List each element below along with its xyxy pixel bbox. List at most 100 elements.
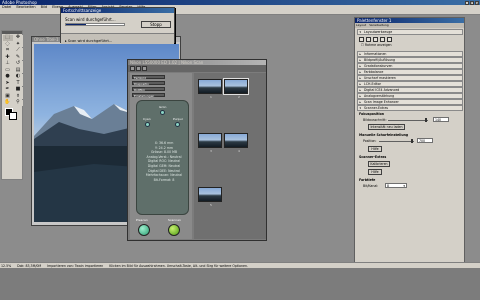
prescan-button[interactable]: [138, 224, 150, 236]
bit-depth-label: Farbtiefe: [359, 178, 376, 182]
dodge-tool-icon[interactable]: ◐: [13, 73, 23, 80]
stamp-tool-icon[interactable]: ⊥: [2, 60, 13, 67]
progress-titlebar[interactable]: Fortschrittsanzeige: [61, 8, 174, 13]
scan-info-text: X: 36.6 mm Y: 24.2 mm Grösse: 8.00 MB An…: [143, 141, 185, 182]
tool-palette: ⬚ ✥ ◌ ✦ ⌗ ⟋ ✚ ✎ ⊥ ↺ ▭ ▤ ● ◐ ➤ T ✒ ■ ▣ ⌽ …: [1, 30, 23, 180]
thumbnail-number: 4: [238, 149, 240, 153]
preview-mode-icon[interactable]: [130, 66, 135, 71]
scan-button[interactable]: [168, 224, 180, 236]
focus-position-label: Fokusposition: [359, 112, 385, 116]
maximize-button[interactable]: □: [470, 0, 474, 5]
show-frame-label: Rahme anzeigen: [364, 43, 392, 47]
thumbnail-frame[interactable]: [223, 78, 249, 95]
reload-intensity-button[interactable]: Intensität neu laden: [368, 124, 405, 130]
close-button[interactable]: ×: [475, 0, 479, 5]
progress-sub-text: Scan wird durchgeführt...: [67, 39, 113, 43]
section-label: Gradationskurven: [364, 64, 393, 68]
tab-layout[interactable]: Layout: [355, 23, 367, 28]
background-color[interactable]: [9, 112, 17, 120]
position-value-field[interactable]: 700: [417, 138, 433, 143]
show-frame-checkbox[interactable]: ☐ Rahme anzeigen: [361, 43, 392, 47]
tool-grid: ⬚ ✥ ◌ ✦ ⌗ ⟋ ✚ ✎ ⊥ ↺ ▭ ▤ ● ◐ ➤ T ✒ ■ ▣ ⌽ …: [2, 34, 23, 106]
channel-cyan-indicator[interactable]: [145, 122, 150, 127]
section-digital-ice[interactable]: Digital ICE4 Advanced: [357, 87, 463, 93]
section-curves[interactable]: Gradationskurven: [357, 63, 463, 69]
film-type-dropdown[interactable]: Diapositiv: [132, 81, 165, 86]
progress-dialog: Fortschrittsanzeige Scan wird durchgefüh…: [60, 7, 175, 44]
info-line: Bit-Format: 8: [153, 177, 175, 182]
section-label: Scan Image Enhancer: [364, 100, 399, 104]
section-layout-tools[interactable]: Layoutwerkzeuge: [357, 29, 463, 35]
blur-tool-icon[interactable]: ●: [2, 73, 13, 80]
section-lch-editor[interactable]: LCH-Editor: [357, 81, 463, 87]
pointer-tool-icon[interactable]: [359, 37, 364, 42]
thumbnail-frame[interactable]: [198, 79, 222, 94]
minimize-button[interactable]: _: [465, 0, 469, 5]
help-button[interactable]: Hilfe: [368, 146, 382, 152]
position-slider[interactable]: [379, 141, 414, 142]
zoom-tool-icon[interactable]: [373, 37, 378, 42]
palette-tabs: Layout Verarbeitung: [355, 23, 464, 28]
section-scanner-extras[interactable]: Scanner-Extras: [357, 105, 463, 111]
pen-tool-icon[interactable]: ✒: [2, 86, 13, 93]
adapter-dropdown[interactable]: Rollfilm: [132, 87, 165, 92]
color-mode-dropdown[interactable]: Farbbild: [132, 75, 165, 80]
calibrate-button[interactable]: Kalibrieren: [368, 161, 390, 167]
adapter-value: Rollfilm: [134, 88, 146, 92]
zoom-tool-icon[interactable]: ⚲: [13, 99, 23, 106]
section-color-balance[interactable]: Farbbalance: [357, 69, 463, 75]
marquee-tool-icon[interactable]: ⬚: [2, 34, 13, 41]
section-analog-gain[interactable]: Analogverstärkung: [357, 93, 463, 99]
thumbnail-mode-icon[interactable]: [136, 66, 141, 71]
thumbnail-number: 5: [210, 203, 212, 207]
focus-value-field[interactable]: 140: [433, 117, 449, 122]
bits-per-channel-label: Bit/Kanal:: [363, 184, 379, 188]
section-label: Analogverstärkung: [364, 94, 395, 98]
position-slider-knob[interactable]: [411, 139, 413, 143]
channel-magenta-indicator[interactable]: [175, 122, 180, 127]
scan-label: Scannen: [168, 218, 181, 222]
section-label: Informationen: [364, 52, 387, 56]
shape-tool-icon[interactable]: ■: [13, 86, 23, 93]
channel-label-magenta: Purpur: [173, 117, 183, 121]
progress-bar: [65, 23, 125, 26]
crop-rect-icon[interactable]: [366, 37, 371, 42]
section-label: LCH-Editor: [364, 82, 381, 86]
settings-value: Einstellungen: [134, 94, 155, 98]
section-label: Layoutwerkzeuge: [364, 30, 393, 34]
rotate-right-icon[interactable]: [387, 37, 392, 42]
settings-dropdown[interactable]: Einstellungen: [132, 93, 165, 98]
thumbnail-frame[interactable]: [198, 133, 222, 148]
bit-depth-select[interactable]: 8 ▾: [385, 183, 407, 188]
crop-tool-icon[interactable]: ⌗: [2, 47, 13, 54]
move-tool-icon[interactable]: ✥: [13, 34, 23, 41]
channel-green-indicator[interactable]: [160, 110, 165, 115]
focus-slider-knob[interactable]: [425, 118, 427, 122]
section-info[interactable]: Informationen: [357, 51, 463, 57]
channel-label-green: Grün: [159, 105, 167, 109]
progress-title: Fortschrittsanzeige: [63, 8, 102, 13]
rotate-left-icon[interactable]: [380, 37, 385, 42]
color-swatches: [3, 107, 21, 121]
thumbnail-frame[interactable]: [198, 187, 222, 202]
nikon-scan-window: Nikon LS50000 ED 1.02 | Nikon Scan Farbb…: [127, 59, 267, 241]
help-button-2[interactable]: Hilfe: [368, 169, 382, 175]
slice-tool-icon[interactable]: ⟋: [13, 47, 23, 54]
progress-message: Scan wird durchgeführt...: [65, 17, 116, 22]
nikon-toolbar: [128, 65, 266, 72]
thumbnail-number: 1: [210, 95, 212, 99]
thumbnail-frame[interactable]: [224, 133, 248, 148]
tab-processing[interactable]: Verarbeitung: [368, 23, 389, 28]
desktop-area: [0, 268, 480, 300]
section-profile-resolution[interactable]: Bildprofil/Auflösung: [357, 57, 463, 63]
section-unsharp-mask[interactable]: Unscharf maskieren: [357, 75, 463, 81]
channel-label-cyan: Cyan: [143, 117, 151, 121]
section-scan-image-enhancer[interactable]: Scan Image Enhancer: [357, 99, 463, 105]
bit-depth-value: 8: [387, 184, 390, 188]
photoshop-window: Adobe Photoshop _ □ × Datei Bearbeiten B…: [0, 0, 480, 300]
focus-slider[interactable]: [388, 120, 428, 121]
stop-button[interactable]: Stopp: [141, 21, 171, 28]
hand-tool-icon[interactable]: ✋: [2, 99, 13, 106]
history-brush-tool-icon[interactable]: ↺: [13, 60, 23, 67]
zoom-icon[interactable]: [142, 66, 147, 71]
